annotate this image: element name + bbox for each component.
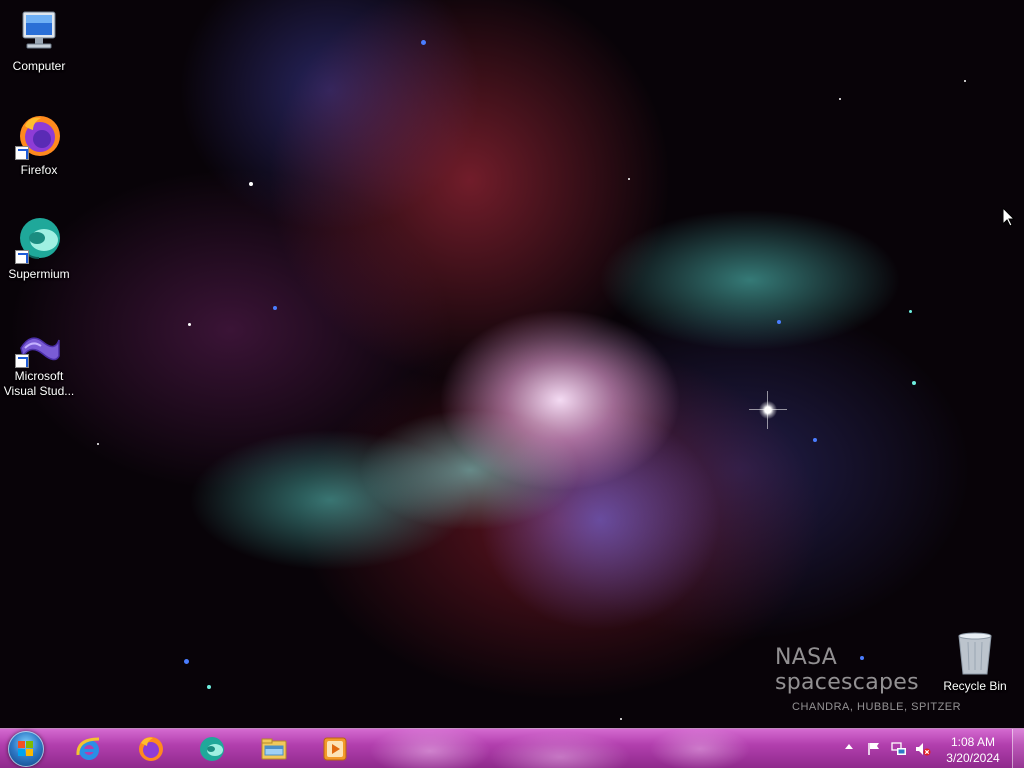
desktop-icon-label: Computer [12, 59, 66, 73]
desktop-icon-label: Supermium [8, 267, 70, 281]
star [813, 438, 817, 442]
network-icon[interactable] [891, 741, 907, 757]
start-button[interactable] [8, 731, 44, 767]
volume-muted-icon[interactable] [915, 741, 931, 757]
firefox-icon [139, 737, 163, 761]
desktop-icon-label: Firefox [20, 163, 58, 177]
computer-icon [15, 8, 63, 56]
taskbar: 1:08 AM 3/20/2024 [0, 728, 1024, 768]
taskbar-internet-explorer[interactable] [62, 731, 116, 767]
star [421, 40, 426, 45]
clock-time: 1:08 AM [950, 735, 996, 749]
visual-studio-icon [15, 330, 63, 368]
desktop-icon-label: Microsoft Visual Stud... [3, 369, 75, 398]
bright-star [749, 391, 787, 429]
star [249, 182, 253, 186]
taskbar-media-player[interactable] [308, 731, 362, 767]
star [620, 718, 622, 720]
taskbar-file-explorer[interactable] [247, 731, 301, 767]
file-explorer-icon [261, 738, 287, 760]
star [839, 98, 841, 100]
mouse-cursor-icon [1003, 208, 1015, 227]
star [964, 80, 966, 82]
desktop-icon-firefox[interactable]: Firefox [2, 112, 76, 178]
star [777, 320, 781, 324]
star [188, 323, 191, 326]
supermium-icon [200, 737, 224, 761]
wallpaper-watermark: NASA spacescapes CHANDRA, HUBBLE, SPITZE… [775, 645, 975, 713]
wallpaper-subtitle: CHANDRA, HUBBLE, SPITZER [792, 701, 962, 713]
wallpaper-title: NASA spacescapes [775, 645, 919, 695]
show-desktop-button[interactable] [1012, 729, 1024, 768]
star [909, 310, 912, 313]
shortcut-arrow-icon [15, 354, 29, 368]
star [207, 685, 211, 689]
action-center-flag-icon[interactable] [866, 741, 882, 757]
star [912, 381, 916, 385]
internet-explorer-icon [76, 737, 100, 760]
star [273, 306, 277, 310]
system-clock[interactable]: 1:08 AM 3/20/2024 [938, 734, 1008, 766]
desktop-icon-supermium[interactable]: Supermium [2, 216, 76, 282]
desktop-icon-computer[interactable]: Computer [2, 8, 76, 74]
star [97, 443, 99, 445]
taskbar-firefox[interactable] [124, 731, 178, 767]
shortcut-arrow-icon [15, 146, 29, 160]
taskbar-supermium[interactable] [185, 731, 239, 767]
windows-logo-icon [18, 741, 34, 757]
supermium-icon [15, 216, 63, 264]
clock-date: 3/20/2024 [946, 751, 1000, 765]
media-player-icon [323, 737, 347, 761]
desktop[interactable]: Computer Firefox Supermium Microsoft Vis… [0, 0, 1024, 768]
show-hidden-icons-button[interactable] [845, 744, 853, 749]
firefox-icon [15, 112, 63, 160]
star [184, 659, 189, 664]
shortcut-arrow-icon [15, 250, 29, 264]
star [628, 178, 630, 180]
desktop-icon-visual-studio[interactable]: Microsoft Visual Stud... [0, 330, 78, 399]
